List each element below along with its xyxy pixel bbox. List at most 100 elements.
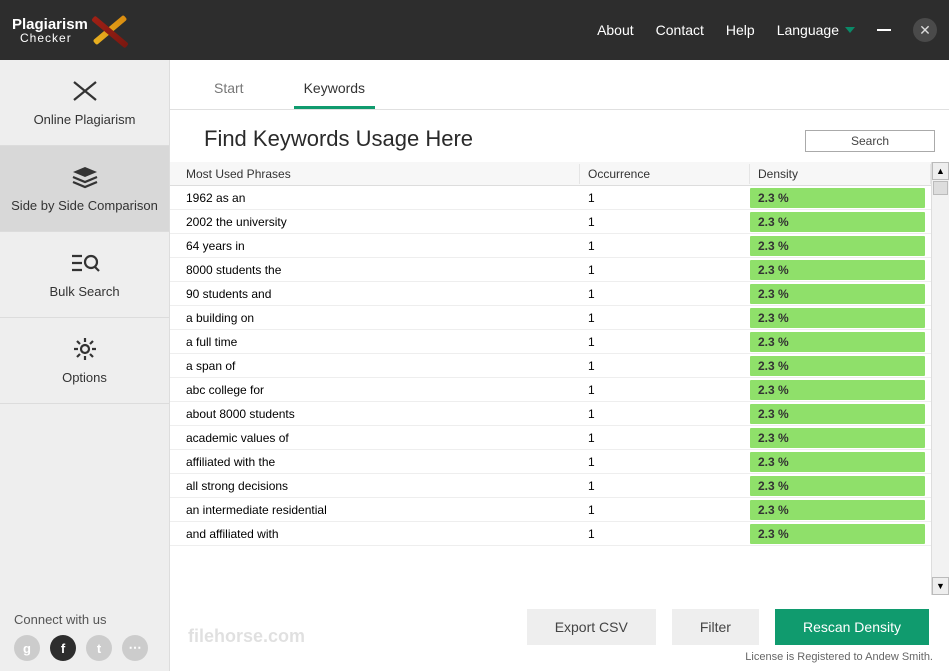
table-row[interactable]: academic values of12.3 % — [170, 426, 931, 450]
cell-phrase: 1962 as an — [170, 188, 580, 208]
cell-phrase: 90 students and — [170, 284, 580, 304]
gear-icon — [70, 336, 100, 362]
sidebar-item-side-by-side[interactable]: Side by Side Comparison — [0, 146, 169, 232]
table-row[interactable]: and affiliated with12.3 % — [170, 522, 931, 546]
keywords-table: Most Used Phrases Occurrence Density 196… — [170, 162, 949, 595]
sidebar-item-options[interactable]: Options — [0, 318, 169, 404]
cell-occurrence: 1 — [580, 212, 750, 232]
cell-occurrence: 1 — [580, 308, 750, 328]
cell-phrase: an intermediate residential — [170, 500, 580, 520]
logo-text: Plagiarism Checker — [12, 17, 88, 44]
cell-phrase: a full time — [170, 332, 580, 352]
social-facebook-icon[interactable]: f — [50, 635, 76, 661]
search-button[interactable]: Search — [805, 130, 935, 152]
cell-density: 2.3 % — [750, 452, 925, 472]
footer-buttons: Export CSV Filter Rescan Density — [170, 595, 949, 651]
scrollbar[interactable]: ▲ ▼ — [931, 162, 949, 595]
sidebar: Online Plagiarism Side by Side Compariso… — [0, 60, 170, 671]
logo-x-icon — [90, 15, 130, 45]
cell-density: 2.3 % — [750, 236, 925, 256]
x-icon — [70, 78, 100, 104]
nav-language[interactable]: Language — [777, 22, 855, 38]
rescan-button[interactable]: Rescan Density — [775, 609, 929, 645]
cell-occurrence: 1 — [580, 356, 750, 376]
chevron-down-icon — [845, 27, 855, 33]
social-t-icon[interactable]: t — [86, 635, 112, 661]
nav-about[interactable]: About — [597, 22, 634, 38]
cell-density: 2.3 % — [750, 356, 925, 376]
sidebar-item-label: Online Plagiarism — [34, 112, 136, 127]
sidebar-item-bulk-search[interactable]: Bulk Search — [0, 232, 169, 318]
table-row[interactable]: 64 years in12.3 % — [170, 234, 931, 258]
col-phrase[interactable]: Most Used Phrases — [170, 164, 580, 184]
cell-phrase: 64 years in — [170, 236, 580, 256]
cell-phrase: 2002 the university — [170, 212, 580, 232]
minimize-button[interactable] — [877, 29, 891, 31]
sidebar-item-label: Options — [62, 370, 107, 385]
table-row[interactable]: a span of12.3 % — [170, 354, 931, 378]
table-row[interactable]: all strong decisions12.3 % — [170, 474, 931, 498]
app-header: Plagiarism Checker About Contact Help La… — [0, 0, 949, 60]
sidebar-item-online-plagiarism[interactable]: Online Plagiarism — [0, 60, 169, 146]
cell-occurrence: 1 — [580, 428, 750, 448]
cell-occurrence: 1 — [580, 524, 750, 544]
cell-phrase: abc college for — [170, 380, 580, 400]
table-row[interactable]: abc college for12.3 % — [170, 378, 931, 402]
cell-density: 2.3 % — [750, 428, 925, 448]
nav-language-label: Language — [777, 22, 839, 38]
table-row[interactable]: 90 students and12.3 % — [170, 282, 931, 306]
table-row[interactable]: a building on12.3 % — [170, 306, 931, 330]
tab-start[interactable]: Start — [204, 74, 254, 109]
logo-line1: Plagiarism — [12, 17, 88, 32]
col-density[interactable]: Density — [750, 164, 931, 184]
table-row[interactable]: 1962 as an12.3 % — [170, 186, 931, 210]
social-more-icon[interactable]: ⋯ — [122, 635, 148, 661]
table-row[interactable]: about 8000 students12.3 % — [170, 402, 931, 426]
table-row[interactable]: a full time12.3 % — [170, 330, 931, 354]
tabs: Start Keywords — [170, 60, 949, 110]
scroll-up-icon[interactable]: ▲ — [932, 162, 949, 180]
scroll-thumb[interactable] — [933, 181, 948, 195]
cell-occurrence: 1 — [580, 404, 750, 424]
cell-density: 2.3 % — [750, 260, 925, 280]
table-body: 1962 as an12.3 %2002 the university12.3 … — [170, 186, 931, 546]
cell-occurrence: 1 — [580, 260, 750, 280]
table-header: Most Used Phrases Occurrence Density — [170, 162, 931, 186]
cell-occurrence: 1 — [580, 332, 750, 352]
cell-occurrence: 1 — [580, 476, 750, 496]
scroll-down-icon[interactable]: ▼ — [932, 577, 949, 595]
export-csv-button[interactable]: Export CSV — [527, 609, 656, 645]
cell-occurrence: 1 — [580, 452, 750, 472]
nav-help[interactable]: Help — [726, 22, 755, 38]
cell-density: 2.3 % — [750, 284, 925, 304]
cell-occurrence: 1 — [580, 236, 750, 256]
connect-label: Connect with us — [0, 602, 169, 635]
header-nav: About Contact Help Language ✕ — [597, 18, 937, 42]
cell-phrase: 8000 students the — [170, 260, 580, 280]
tab-keywords[interactable]: Keywords — [294, 74, 375, 109]
table-row[interactable]: an intermediate residential12.3 % — [170, 498, 931, 522]
cell-phrase: all strong decisions — [170, 476, 580, 496]
sidebar-item-label: Side by Side Comparison — [11, 198, 158, 213]
cell-density: 2.3 % — [750, 500, 925, 520]
page-title: Find Keywords Usage Here — [204, 126, 473, 152]
cell-phrase: about 8000 students — [170, 404, 580, 424]
col-occurrence[interactable]: Occurrence — [580, 164, 750, 184]
social-row: g f t ⋯ — [0, 635, 169, 671]
cell-density: 2.3 % — [750, 308, 925, 328]
cell-occurrence: 1 — [580, 188, 750, 208]
table-row[interactable]: 2002 the university12.3 % — [170, 210, 931, 234]
table-row[interactable]: affiliated with the12.3 % — [170, 450, 931, 474]
cell-density: 2.3 % — [750, 476, 925, 496]
app-body: Online Plagiarism Side by Side Compariso… — [0, 60, 949, 671]
social-g-icon[interactable]: g — [14, 635, 40, 661]
license-text: License is Registered to Andew Smith. — [170, 651, 949, 671]
table-row[interactable]: 8000 students the12.3 % — [170, 258, 931, 282]
nav-contact[interactable]: Contact — [656, 22, 704, 38]
filter-button[interactable]: Filter — [672, 609, 759, 645]
cell-density: 2.3 % — [750, 380, 925, 400]
cell-density: 2.3 % — [750, 332, 925, 352]
close-button[interactable]: ✕ — [913, 18, 937, 42]
cell-density: 2.3 % — [750, 212, 925, 232]
logo-line2: Checker — [20, 32, 88, 44]
